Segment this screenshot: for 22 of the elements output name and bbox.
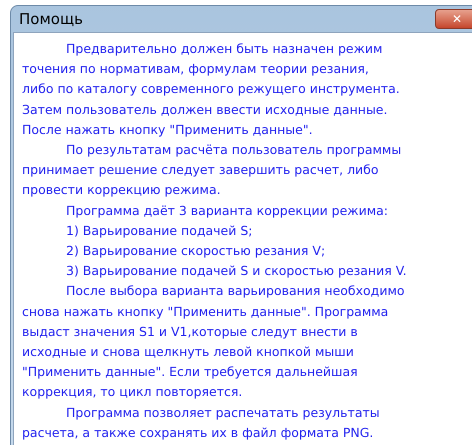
help-text-line: Программа позволяет распечатать результаты [65,404,381,422]
help-text-line: выдаст значения S1 и V1,которые следут внести в [22,322,359,341]
help-text-line: коррекция, то цикл повторяется. [22,383,244,402]
help-text-line: Затем пользователь должен ввести исходные данные. [22,100,388,119]
help-text-line: Программа даёт 3 варианта коррекции режима: [65,202,389,220]
help-text-line: 1) Варьирование подачей S; [65,222,254,240]
help-text-line: После выбора варианта варьирования необходимо [65,282,406,300]
help-text-line: либо по каталогу современного режущего инструмента. [22,80,401,98]
window-title: Помощь [19,8,83,30]
help-text-line: 2) Варьирование скоростью резания V; [65,242,326,260]
help-text-line: 3) Варьирование подачей S и скоростью резания V. [65,262,408,280]
help-text-line: расчета, а также сохранять их в файл формата PNG. [22,424,374,442]
help-text-line: "Применить данные". Если требуется дальнейшая [22,363,359,382]
help-text-line: снова нажать кнопку "Применить данные". Программа [22,302,390,321]
help-text-line: исходные и снова щелкнуть левой кнопкой мыши [22,343,355,362]
close-button[interactable]: ✕ [435,9,472,29]
help-text-line: После нажать кнопку "Применить данные". [22,120,314,139]
help-text-line: По результатам расчёта пользователь программы [65,141,402,160]
help-text-line: точения по нормативам, формулам теории резания, [22,60,370,78]
help-text-line: провести коррекцию режима. [22,181,222,200]
help-text-line: принимает решение следует завершить расчет, либо [22,161,380,180]
help-text-line: Предварительно должен быть назначен режим [65,40,384,58]
